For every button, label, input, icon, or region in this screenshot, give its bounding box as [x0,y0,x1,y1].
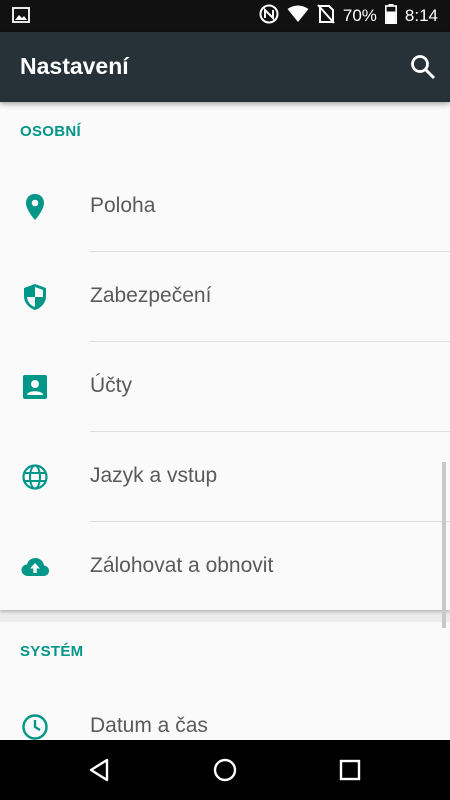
settings-item-language[interactable]: Jazyk a vstup [0,432,450,522]
settings-item-label: Zabezpečení [90,284,212,307]
battery-icon [384,3,397,29]
back-button[interactable] [87,757,113,783]
settings-item-accounts[interactable]: Účty [0,342,450,432]
settings-item-label: Datum a čas [90,714,208,737]
navigation-bar [0,740,450,800]
cloud-upload-icon [20,552,50,582]
wifi-icon [287,5,309,28]
app-bar: Nastavení [0,32,450,102]
nfc-icon [259,4,279,29]
settings-item-label: Účty [90,374,132,397]
settings-item-backup[interactable]: Zálohovat a obnovit [0,522,450,612]
home-button[interactable] [212,757,238,783]
page-title: Nastavení [20,53,129,79]
clock-time: 8:14 [404,6,438,25]
recents-icon [337,759,363,787]
globe-icon [20,462,50,492]
recents-button[interactable] [337,757,363,783]
section-header-system: SYSTÉM [20,643,84,660]
no-sim-icon [317,3,335,29]
clock-icon [20,712,50,742]
shield-icon [20,282,50,312]
settings-item-label: Jazyk a vstup [90,464,218,487]
image-icon [12,7,30,28]
back-icon [87,758,113,787]
settings-item-label: Poloha [90,194,156,217]
settings-item-security[interactable]: Zabezpečení [0,252,450,342]
battery-percent: 70% [342,6,377,25]
location-icon [20,192,50,222]
section-header-personal: OSOBNÍ [20,123,81,140]
settings-item-location[interactable]: Poloha [0,162,450,252]
account-icon [20,372,50,402]
section-personal: OSOBNÍ Poloha Zabezpečení Účty Jazyk a v… [0,102,450,610]
search-button[interactable] [410,54,436,80]
home-icon [212,758,238,787]
scrollbar[interactable] [442,462,446,628]
settings-item-label: Zálohovat a obnovit [90,554,274,577]
search-icon [410,55,436,84]
status-bar: 70% 8:14 [0,0,450,32]
section-system: SYSTÉM Datum a čas [0,622,450,740]
